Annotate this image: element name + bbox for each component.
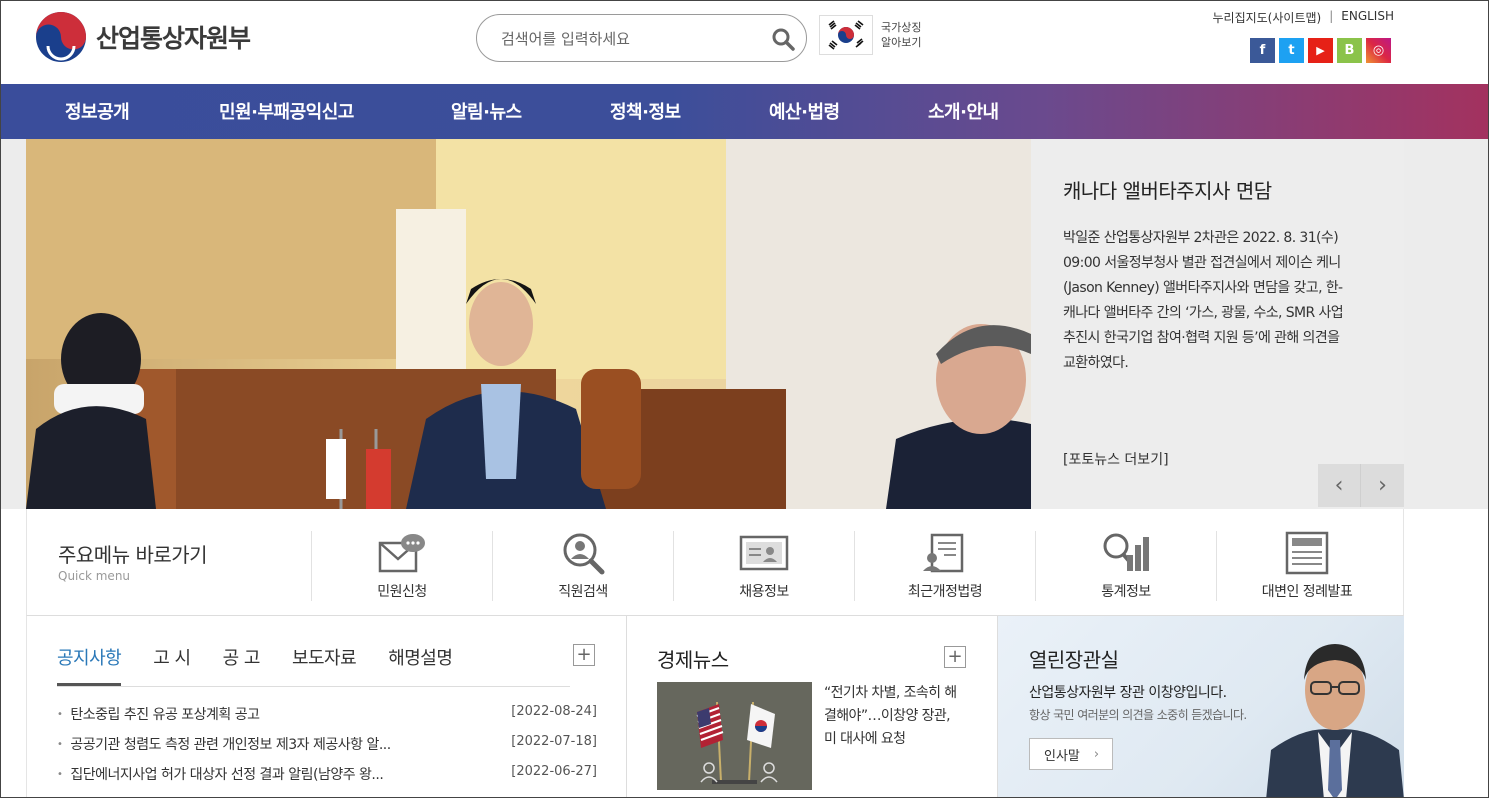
- quick-menu: 주요메뉴 바로가기 Quick menu 민원신청 직원검색 채용정보 최근개정…: [26, 509, 1404, 616]
- economy-news-panel: 경제뉴스 + “전기차 차별, 조속히 해결해야”…이창양 장관, 미 대사에 …: [627, 616, 998, 797]
- notice-date: [2022-07-18]: [511, 734, 597, 749]
- symbol-line1: 국가상징: [881, 21, 922, 34]
- quick-item-complaint[interactable]: 민원신청: [311, 531, 492, 601]
- mail-chat-icon: [378, 534, 425, 573]
- quick-item-statistics[interactable]: 통계정보: [1035, 531, 1216, 601]
- minister-office-panel: 열린장관실 산업통상자원부 장관 이창양입니다. 항상 국민 여러분의 의견을 …: [998, 616, 1404, 797]
- meeting-photo-image: [26, 139, 1031, 509]
- instagram-icon[interactable]: ◎: [1366, 38, 1391, 63]
- national-symbol-link[interactable]: 국가상징 알아보기: [819, 15, 941, 55]
- english-link[interactable]: ENGLISH: [1341, 9, 1394, 26]
- quick-item-label: 대변인 정례발표: [1261, 584, 1353, 600]
- tab-public-notice[interactable]: 공 고: [223, 644, 261, 686]
- notice-more-button[interactable]: +: [573, 644, 595, 666]
- notice-list: 탄소중립 추진 유공 포상계획 공고 [2022-08-24] 공공기관 청렴도…: [57, 704, 597, 794]
- nav-budget-law[interactable]: 예산·법령: [769, 98, 840, 124]
- greeting-button[interactable]: 인사말 ›: [1029, 738, 1113, 770]
- quick-menu-subtitle: Quick menu: [58, 569, 131, 583]
- notice-title[interactable]: 공공기관 청렴도 측정 관련 개인정보 제3자 제공사항 알...: [57, 734, 391, 764]
- person-search-icon: [563, 533, 605, 575]
- hero-next-button[interactable]: ›: [1361, 464, 1404, 507]
- economy-more-button[interactable]: +: [944, 646, 966, 668]
- chevron-right-icon: ›: [1378, 473, 1387, 498]
- quick-item-label: 최근개정법령: [907, 584, 983, 600]
- list-item[interactable]: 탄소중립 추진 유공 포상계획 공고 [2022-08-24]: [57, 704, 597, 734]
- quick-item-label: 직원검색: [558, 584, 608, 600]
- notice-tabs: 공지사항 고 시 공 고 보도자료 해명설명: [57, 644, 453, 686]
- nav-news[interactable]: 알림·뉴스: [451, 98, 522, 124]
- economy-news-headline[interactable]: “전기차 차별, 조속히 해결해야”…이창양 장관, 미 대사에 요청: [824, 682, 964, 751]
- top-links: 누리집지도(사이트맵) | ENGLISH: [1212, 9, 1394, 26]
- youtube-icon[interactable]: ▶: [1308, 38, 1333, 63]
- quick-menu-title: 주요메뉴 바로가기: [58, 543, 208, 567]
- chevron-right-icon: ›: [1093, 746, 1100, 762]
- chart-search-icon: [1103, 533, 1149, 571]
- newspaper-icon: [1285, 531, 1329, 575]
- minister-portrait-image: [1266, 644, 1404, 797]
- quick-item-law[interactable]: 최근개정법령: [854, 531, 1035, 601]
- symbol-line2: 알아보기: [881, 36, 922, 49]
- chevron-left-icon: ‹: [1334, 473, 1344, 498]
- quick-item-label: 채용정보: [739, 584, 789, 600]
- economy-news-image[interactable]: [657, 682, 812, 790]
- notice-date: [2022-08-24]: [511, 704, 597, 719]
- id-card-icon: [739, 535, 789, 571]
- quick-item-label: 민원신청: [377, 584, 427, 600]
- hero-title[interactable]: 캐나다 앨버타주지사 면담: [1063, 175, 1272, 204]
- photo-news-more-link[interactable]: [포토뉴스 더보기]: [1063, 449, 1169, 469]
- minister-office-title: 열린장관실: [1029, 648, 1119, 672]
- greeting-button-label: 인사말: [1044, 748, 1080, 764]
- taegukgi-flag-icon: [819, 15, 873, 55]
- logo[interactable]: 산업통상자원부: [34, 10, 251, 64]
- blog-icon[interactable]: B: [1337, 38, 1362, 63]
- header: 산업통상자원부 검색어를 입력하세요 국가상징 알아보기 누리집지도(사이트맵)…: [1, 1, 1488, 84]
- sns-links: f t ▶ B ◎: [1250, 38, 1391, 63]
- sitemap-link[interactable]: 누리집지도(사이트맵): [1212, 9, 1321, 26]
- tab-announcement[interactable]: 고 시: [153, 644, 191, 686]
- notice-panel: 공지사항 고 시 공 고 보도자료 해명설명 + 탄소중립 추진 유공 포상계획…: [26, 616, 627, 797]
- taegeuk-logo-icon: [36, 12, 86, 62]
- facebook-icon[interactable]: f: [1250, 38, 1275, 63]
- tab-notice[interactable]: 공지사항: [57, 644, 122, 686]
- document-person-icon: [923, 533, 964, 573]
- tab-clarification[interactable]: 해명설명: [388, 644, 453, 686]
- quick-item-staff-search[interactable]: 직원검색: [492, 531, 673, 601]
- quick-item-label: 통계정보: [1101, 584, 1151, 600]
- hero-description: 박일준 산업통상자원부 2차관은 2022. 8. 31(수) 09:00 서울…: [1063, 230, 1344, 371]
- main-nav: 정보공개 민원·부패공익신고 알림·뉴스 정책·정보 예산·법령 소개·안내: [1, 84, 1488, 139]
- minister-intro: 산업통상자원부 장관 이창양입니다.: [1029, 685, 1227, 701]
- quick-item-briefing[interactable]: 대변인 정례발표: [1216, 531, 1397, 601]
- logo-text: 산업통상자원부: [96, 24, 251, 53]
- search-box: [476, 14, 807, 62]
- minister-message: 항상 국민 여러분의 의견을 소중히 듣겠습니다.: [1029, 708, 1247, 722]
- symbol-text: 국가상징 알아보기: [881, 20, 941, 50]
- link-separator: |: [1329, 9, 1334, 23]
- quick-item-recruit[interactable]: 채용정보: [673, 531, 854, 601]
- page-frame: 산업통상자원부 검색어를 입력하세요 국가상징 알아보기 누리집지도(사이트맵)…: [0, 0, 1489, 798]
- twitter-icon[interactable]: t: [1279, 38, 1304, 63]
- hero-prev-button[interactable]: ‹: [1318, 464, 1361, 507]
- list-item[interactable]: 집단에너지사업 허가 대상자 선정 결과 알림(남양주 왕... [2022-0…: [57, 764, 597, 794]
- tab-divider: [57, 686, 570, 687]
- search-input[interactable]: [501, 27, 751, 51]
- nav-about[interactable]: 소개·안내: [928, 98, 999, 124]
- list-item[interactable]: 공공기관 청렴도 측정 관련 개인정보 제3자 제공사항 알... [2022-…: [57, 734, 597, 764]
- hero-caption-panel: 캐나다 앨버타주지사 면담 박일준 산업통상자원부 2차관은 2022. 8. …: [1031, 139, 1404, 509]
- tab-press-release[interactable]: 보도자료: [292, 644, 357, 686]
- nav-civil-complaint[interactable]: 민원·부패공익신고: [219, 98, 354, 124]
- search-icon[interactable]: [770, 26, 796, 52]
- notice-title[interactable]: 탄소중립 추진 유공 포상계획 공고: [57, 704, 260, 734]
- notice-date: [2022-06-27]: [511, 764, 597, 779]
- hero-photo[interactable]: [26, 139, 1031, 509]
- flags-photo-image: [657, 682, 812, 790]
- plus-icon: +: [576, 644, 592, 665]
- economy-news-title: 경제뉴스: [657, 648, 729, 672]
- nav-policy[interactable]: 정책·정보: [610, 98, 681, 124]
- plus-icon: +: [947, 646, 963, 667]
- nav-info-disclosure[interactable]: 정보공개: [65, 98, 130, 124]
- notice-title[interactable]: 집단에너지사업 허가 대상자 선정 결과 알림(남양주 왕...: [57, 764, 383, 794]
